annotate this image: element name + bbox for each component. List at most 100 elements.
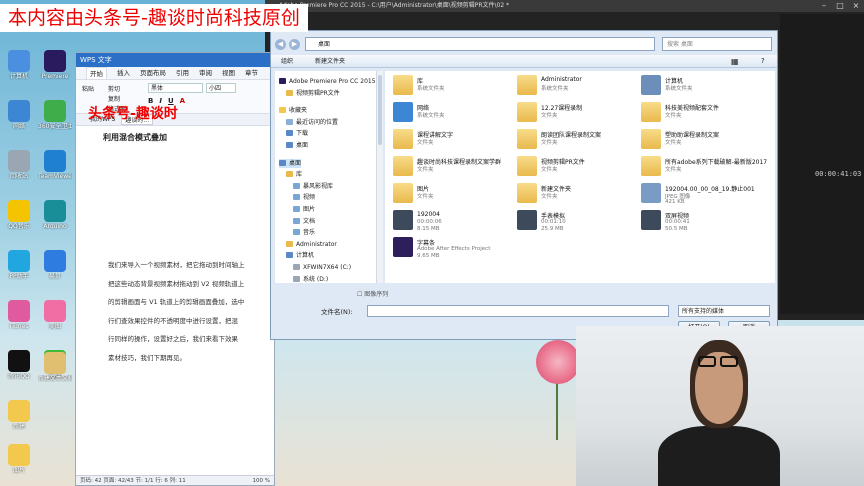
menu-tab[interactable]: 插入 xyxy=(117,67,130,79)
tree-node[interactable]: 暴风影视库 xyxy=(293,182,333,191)
folder-icon xyxy=(393,129,413,149)
desktop-icon-label: 易贝 xyxy=(48,273,61,280)
menu-tab[interactable]: 审阅 xyxy=(199,67,212,79)
file-item[interactable]: 手表模拟 00:01:10 25.9 MB xyxy=(513,208,638,234)
tree-node[interactable]: Administrator xyxy=(286,240,337,249)
folder-icon xyxy=(517,102,537,122)
file-desc: 文件夹 xyxy=(417,140,434,146)
tree-node[interactable]: 计算机 xyxy=(286,251,314,260)
tree-node-label: 库 xyxy=(296,171,303,179)
maximize-icon[interactable]: □ xyxy=(834,1,846,11)
desktop-icon[interactable]: 新建 xyxy=(2,400,36,430)
menu-tab[interactable]: 开始 xyxy=(86,67,107,79)
folder-icon xyxy=(517,75,537,95)
cut-button[interactable]: 剪切 xyxy=(108,84,120,93)
back-icon[interactable]: ◀ xyxy=(275,39,286,50)
menu-tab[interactable]: 引用 xyxy=(176,67,189,79)
computer-icon xyxy=(641,75,661,95)
tree-node[interactable]: 最近访问的位置 xyxy=(286,118,338,127)
menu-tab[interactable]: 页面布局 xyxy=(140,67,166,79)
file-item[interactable]: 192004.00_00_08_19.静止001 JPEG 图像 421 KB xyxy=(637,181,762,207)
file-item[interactable]: 塑助助课程录制文案 文件夹 xyxy=(637,127,762,153)
file-item[interactable]: 视频剪辑PR文件 文件夹 xyxy=(513,154,638,180)
file-item[interactable]: 新建文件夹 文件夹 xyxy=(513,181,638,207)
view-icon[interactable]: ▦ xyxy=(731,55,739,68)
image-sequence-checkbox[interactable]: ☐ 图像序列 xyxy=(357,289,388,298)
desktop-icon[interactable]: 新建文本文档 xyxy=(38,352,72,382)
desktop-icon[interactable]: TeamViewer xyxy=(38,150,72,180)
new-folder-button[interactable]: 新建文件夹 xyxy=(315,55,345,68)
file-item[interactable]: 趣谈时尚科技课程录制文案学群 文件夹 xyxy=(389,154,514,180)
glasses-right xyxy=(720,356,738,367)
tree-node[interactable]: 收藏夹 xyxy=(279,106,307,115)
file-item[interactable]: 科技美视频配套文件 文件夹 xyxy=(637,100,762,126)
desktop-icon[interactable]: Premiere xyxy=(38,50,72,80)
tree-node-label: 收藏夹 xyxy=(289,107,308,115)
tree-node[interactable]: XFWIN7X64 (C:) xyxy=(293,263,351,272)
filename-input[interactable] xyxy=(367,305,669,317)
tree-scrollbar[interactable] xyxy=(377,71,383,283)
menu-tab[interactable]: 章节 xyxy=(245,67,258,79)
wps-app-label[interactable]: WPS 文字 xyxy=(80,56,112,64)
desktop-icon[interactable]: QQ音乐 xyxy=(2,200,36,230)
desktop-icon[interactable]: Arduino xyxy=(38,200,72,230)
font-color-button[interactable]: A xyxy=(180,97,185,105)
tree-node[interactable]: 视频 xyxy=(293,193,315,202)
file-item[interactable]: 课程讲解文字 文件夹 xyxy=(389,127,514,153)
organize-button[interactable]: 组织 xyxy=(281,55,293,68)
status-text: 页码: 42 页面: 42/43 节: 1/1 行: 6 列: 11 xyxy=(80,478,186,484)
file-item[interactable]: 网络 系统文件夹 xyxy=(389,100,514,126)
desktop-icon[interactable]: 网络 xyxy=(2,100,36,130)
tree-node[interactable]: 图片 xyxy=(293,205,315,214)
tree-node[interactable]: 音乐 xyxy=(293,228,315,237)
menu-tab[interactable]: 视图 xyxy=(222,67,235,79)
file-item[interactable]: 计算机 系统文件夹 xyxy=(637,73,762,99)
tree-node[interactable]: 桌面 xyxy=(286,141,308,150)
desktop-icon[interactable]: 回收站 xyxy=(2,150,36,180)
help-icon[interactable]: ? xyxy=(761,55,765,68)
search-input[interactable]: 搜索 桌面 xyxy=(662,37,772,51)
file-item[interactable]: 朗读团队课程录制文案 文件夹 xyxy=(513,127,638,153)
copy-button[interactable]: 复制 xyxy=(108,94,120,103)
desktop-icon[interactable]: PP助手 xyxy=(2,250,36,280)
file-item[interactable]: Administrator 系统文件夹 xyxy=(513,73,638,99)
tree-node[interactable]: 文档 xyxy=(293,217,315,226)
desktop-icon[interactable]: 图片 xyxy=(2,444,36,474)
file-item[interactable]: 库系统文件夹 xyxy=(389,73,514,99)
tree-node[interactable]: 桌面 xyxy=(279,158,302,168)
file-item[interactable]: 字幕条 Adobe After Effects Project 9.65 MB xyxy=(389,235,514,261)
folder-icon xyxy=(517,183,537,203)
tree-node[interactable]: 系统 (D:) xyxy=(293,275,328,283)
filetype-select[interactable]: 所有支持的媒体 xyxy=(678,305,770,317)
close-icon[interactable]: × xyxy=(850,1,862,11)
scroll-thumb[interactable] xyxy=(378,75,382,145)
desktop-icon[interactable]: 易贝 xyxy=(38,250,72,280)
file-item[interactable]: 图片 文件夹 xyxy=(389,181,514,207)
file-item[interactable]: 所有adobe系列下载破解-最新版2017 文件夹 xyxy=(637,154,767,180)
tree-node-label: 最近访问的位置 xyxy=(296,118,339,126)
paste-button[interactable]: 粘贴 xyxy=(82,84,94,93)
folder-icon xyxy=(393,75,413,95)
file-item[interactable]: 192004 00:00:06 8.15 MB xyxy=(389,208,514,234)
tree-node[interactable]: 下载 xyxy=(286,129,308,138)
tree-node[interactable]: 库 xyxy=(286,170,302,179)
app-icon xyxy=(8,200,30,222)
desktop-icon[interactable]: 360安全卫士 xyxy=(38,100,72,130)
desktop-icon[interactable]: 美图 xyxy=(38,300,72,330)
desktop-icon[interactable]: 腾讯QQ xyxy=(2,350,36,380)
forward-icon[interactable]: ▶ xyxy=(289,39,300,50)
tree-node[interactable]: 视频剪辑PR文件 xyxy=(286,89,340,98)
minimize-icon[interactable]: – xyxy=(818,1,830,11)
file-desc: 系统文件夹 xyxy=(541,86,569,92)
font-select[interactable]: 黑体 xyxy=(148,83,203,93)
file-item[interactable]: 12.27课程录制 文件夹 xyxy=(513,100,638,126)
desktop-icon[interactable]: iTunes xyxy=(2,300,36,330)
desktop-icon[interactable]: 计算机 xyxy=(2,50,36,80)
zoom-level[interactable]: 100 % xyxy=(253,476,270,486)
folder-icon xyxy=(641,129,661,149)
file-item[interactable]: 双屏视频 00:00:41 50.5 MB xyxy=(637,208,762,234)
tree-node[interactable]: Adobe Premiere Pro CC 2015 xyxy=(279,77,376,86)
path-field[interactable]: 桌面 xyxy=(305,37,655,51)
app-icon xyxy=(44,352,66,374)
font-size-select[interactable]: 小四 xyxy=(206,83,236,93)
